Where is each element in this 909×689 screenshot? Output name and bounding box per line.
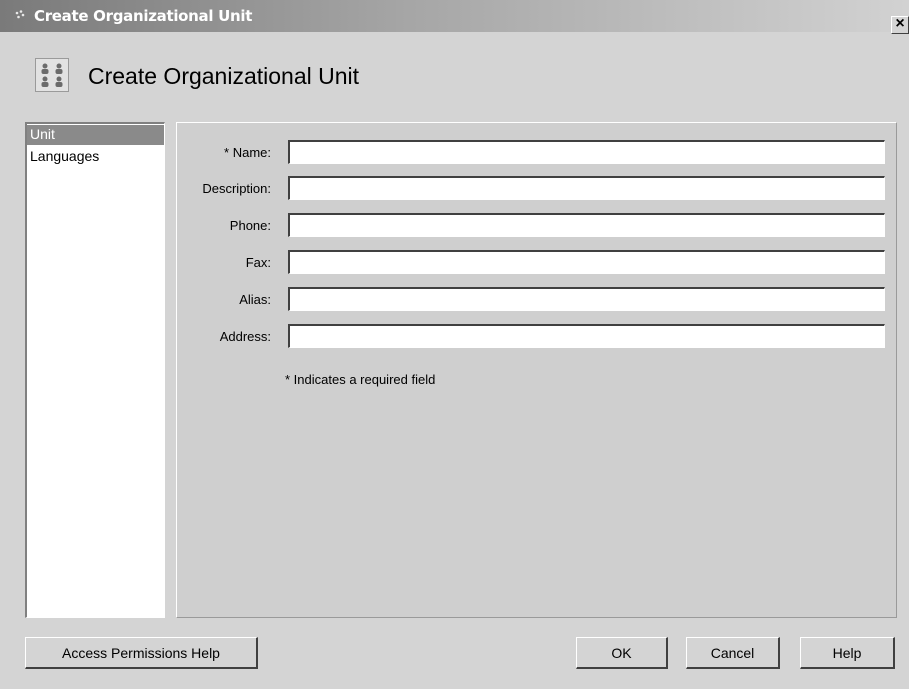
window-title: Create Organizational Unit xyxy=(34,7,253,25)
fax-label: Fax: xyxy=(245,255,271,270)
description-input[interactable] xyxy=(288,176,885,200)
page-title: Create Organizational Unit xyxy=(88,63,360,89)
title-bar[interactable]: Create Organizational Unit xyxy=(0,0,909,32)
close-button[interactable]: × xyxy=(891,16,909,34)
dialog-window: Create Organizational Unit × Create Orga… xyxy=(0,0,909,689)
name-input[interactable] xyxy=(288,140,885,164)
alias-input[interactable] xyxy=(288,287,885,311)
name-label: * Name: xyxy=(224,145,271,160)
form-panel: * Name: Description: Phone: Fax: Alias: … xyxy=(176,122,897,618)
phone-label: Phone: xyxy=(229,218,271,233)
address-label: Address: xyxy=(219,329,271,344)
org-unit-icon xyxy=(35,58,69,92)
nav-item-languages[interactable]: Languages xyxy=(27,145,164,167)
required-field-note: * Indicates a required field xyxy=(285,372,436,387)
cancel-button[interactable]: Cancel xyxy=(686,637,780,669)
nav-item-unit[interactable]: Unit xyxy=(27,125,164,145)
address-input[interactable] xyxy=(288,324,885,348)
nav-list: Unit Languages xyxy=(25,122,165,618)
description-label: Description: xyxy=(202,181,271,196)
close-icon: × xyxy=(895,15,905,32)
alias-label: Alias: xyxy=(239,292,271,307)
access-permissions-help-button[interactable]: Access Permissions Help xyxy=(25,637,258,669)
fax-input[interactable] xyxy=(288,250,885,274)
ok-button[interactable]: OK xyxy=(576,637,668,669)
help-button[interactable]: Help xyxy=(800,637,895,669)
app-icon xyxy=(15,10,25,19)
phone-input[interactable] xyxy=(288,213,885,237)
